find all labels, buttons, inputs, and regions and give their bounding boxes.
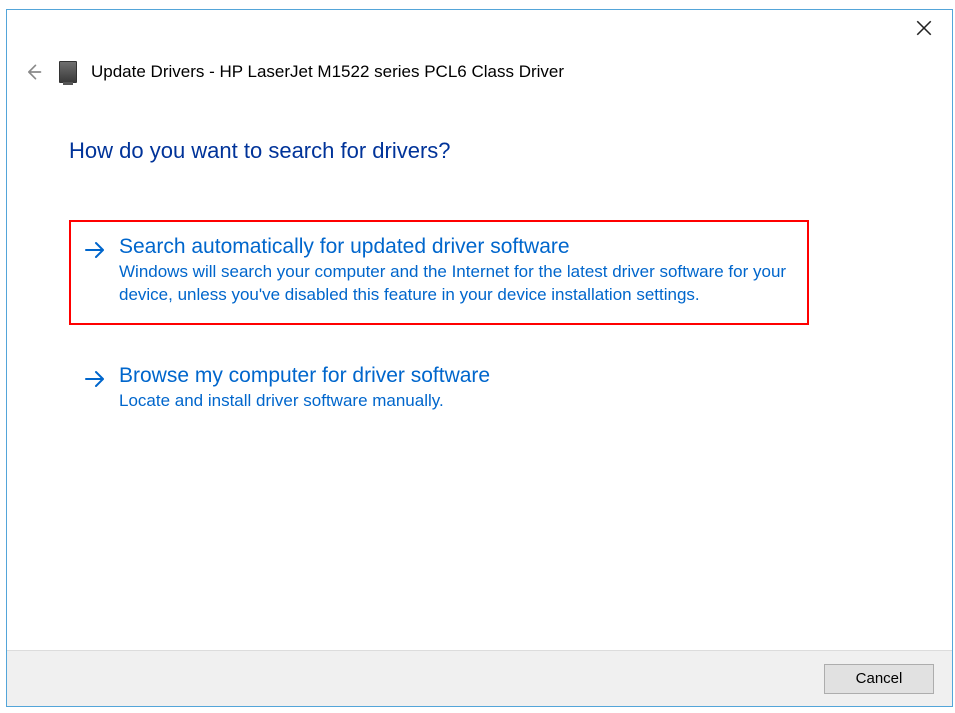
close-button[interactable] [910,18,938,38]
titlebar [7,10,952,54]
option-text: Browse my computer for driver software L… [119,363,787,413]
device-icon [59,61,77,83]
dialog-content: How do you want to search for drivers? S… [7,84,952,650]
close-icon [915,19,933,37]
option-title: Search automatically for updated driver … [119,234,787,259]
option-description: Windows will search your computer and th… [119,261,787,307]
option-browse-computer[interactable]: Browse my computer for driver software L… [69,349,809,431]
option-description: Locate and install driver software manua… [119,390,787,413]
arrow-right-icon [83,238,107,262]
option-search-automatically[interactable]: Search automatically for updated driver … [69,220,809,325]
page-heading: How do you want to search for drivers? [69,138,890,164]
update-drivers-dialog: Update Drivers - HP LaserJet M1522 serie… [6,9,953,707]
header-row: Update Drivers - HP LaserJet M1522 serie… [7,54,952,84]
option-title: Browse my computer for driver software [119,363,787,388]
option-text: Search automatically for updated driver … [119,234,787,307]
arrow-left-icon [23,62,43,82]
back-button[interactable] [21,60,45,84]
cancel-button[interactable]: Cancel [824,664,934,694]
arrow-right-icon [83,367,107,391]
window-title: Update Drivers - HP LaserJet M1522 serie… [91,62,564,82]
dialog-footer: Cancel [7,650,952,706]
